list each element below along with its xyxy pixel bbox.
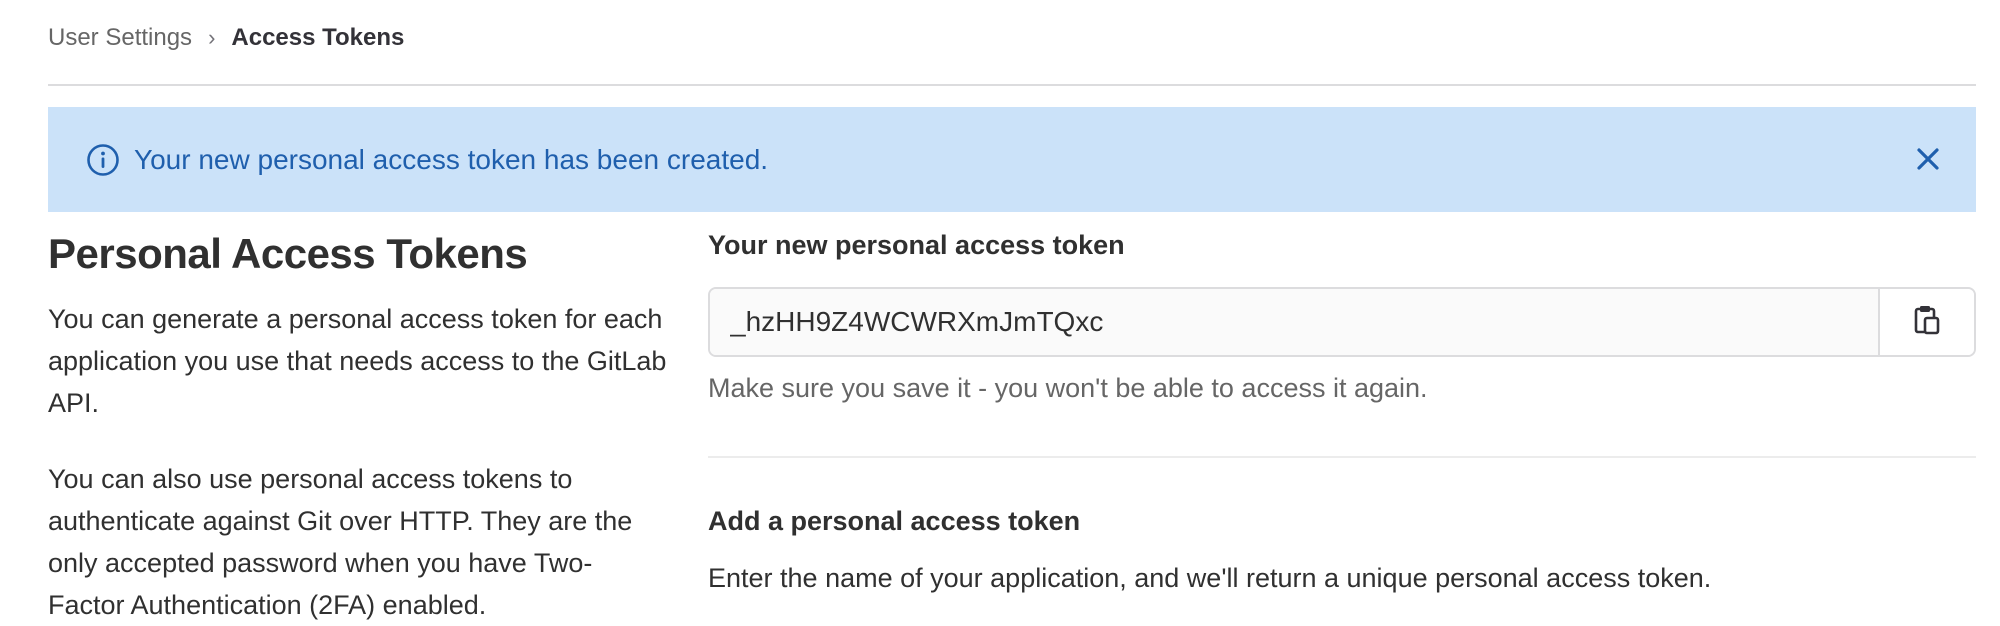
new-token-label: Your new personal access token xyxy=(708,230,1125,260)
close-icon[interactable] xyxy=(1912,143,1944,175)
breadcrumb-access-tokens: Access Tokens xyxy=(231,24,405,51)
description-generate: You can generate a personal access token… xyxy=(48,304,667,418)
breadcrumb-user-settings[interactable]: User Settings xyxy=(48,24,192,52)
breadcrumb-separator-icon: › xyxy=(208,25,216,50)
token-input-group xyxy=(708,287,1976,357)
info-circle-icon xyxy=(86,143,120,177)
token-help-text: Make sure you save it - you won't be abl… xyxy=(708,373,1428,403)
clipboard-icon xyxy=(1912,304,1942,341)
header-divider xyxy=(48,84,1976,86)
description-git-http: You can also use personal access tokens … xyxy=(48,464,633,620)
info-column: Personal Access Tokens You can generate … xyxy=(48,222,668,626)
add-token-description: Enter the name of your application, and … xyxy=(708,563,1712,593)
page-title: Personal Access Tokens xyxy=(48,230,528,277)
alert-message: Your new personal access token has been … xyxy=(134,143,769,175)
success-alert: Your new personal access token has been … xyxy=(48,107,1976,212)
breadcrumb: User Settings › Access Tokens xyxy=(48,20,404,56)
token-column: Your new personal access token Make sure… xyxy=(708,222,1976,594)
add-token-title: Add a personal access token xyxy=(708,506,1081,536)
section-divider xyxy=(708,456,1976,458)
token-field[interactable] xyxy=(710,289,1878,355)
copy-token-button[interactable] xyxy=(1878,289,1974,355)
